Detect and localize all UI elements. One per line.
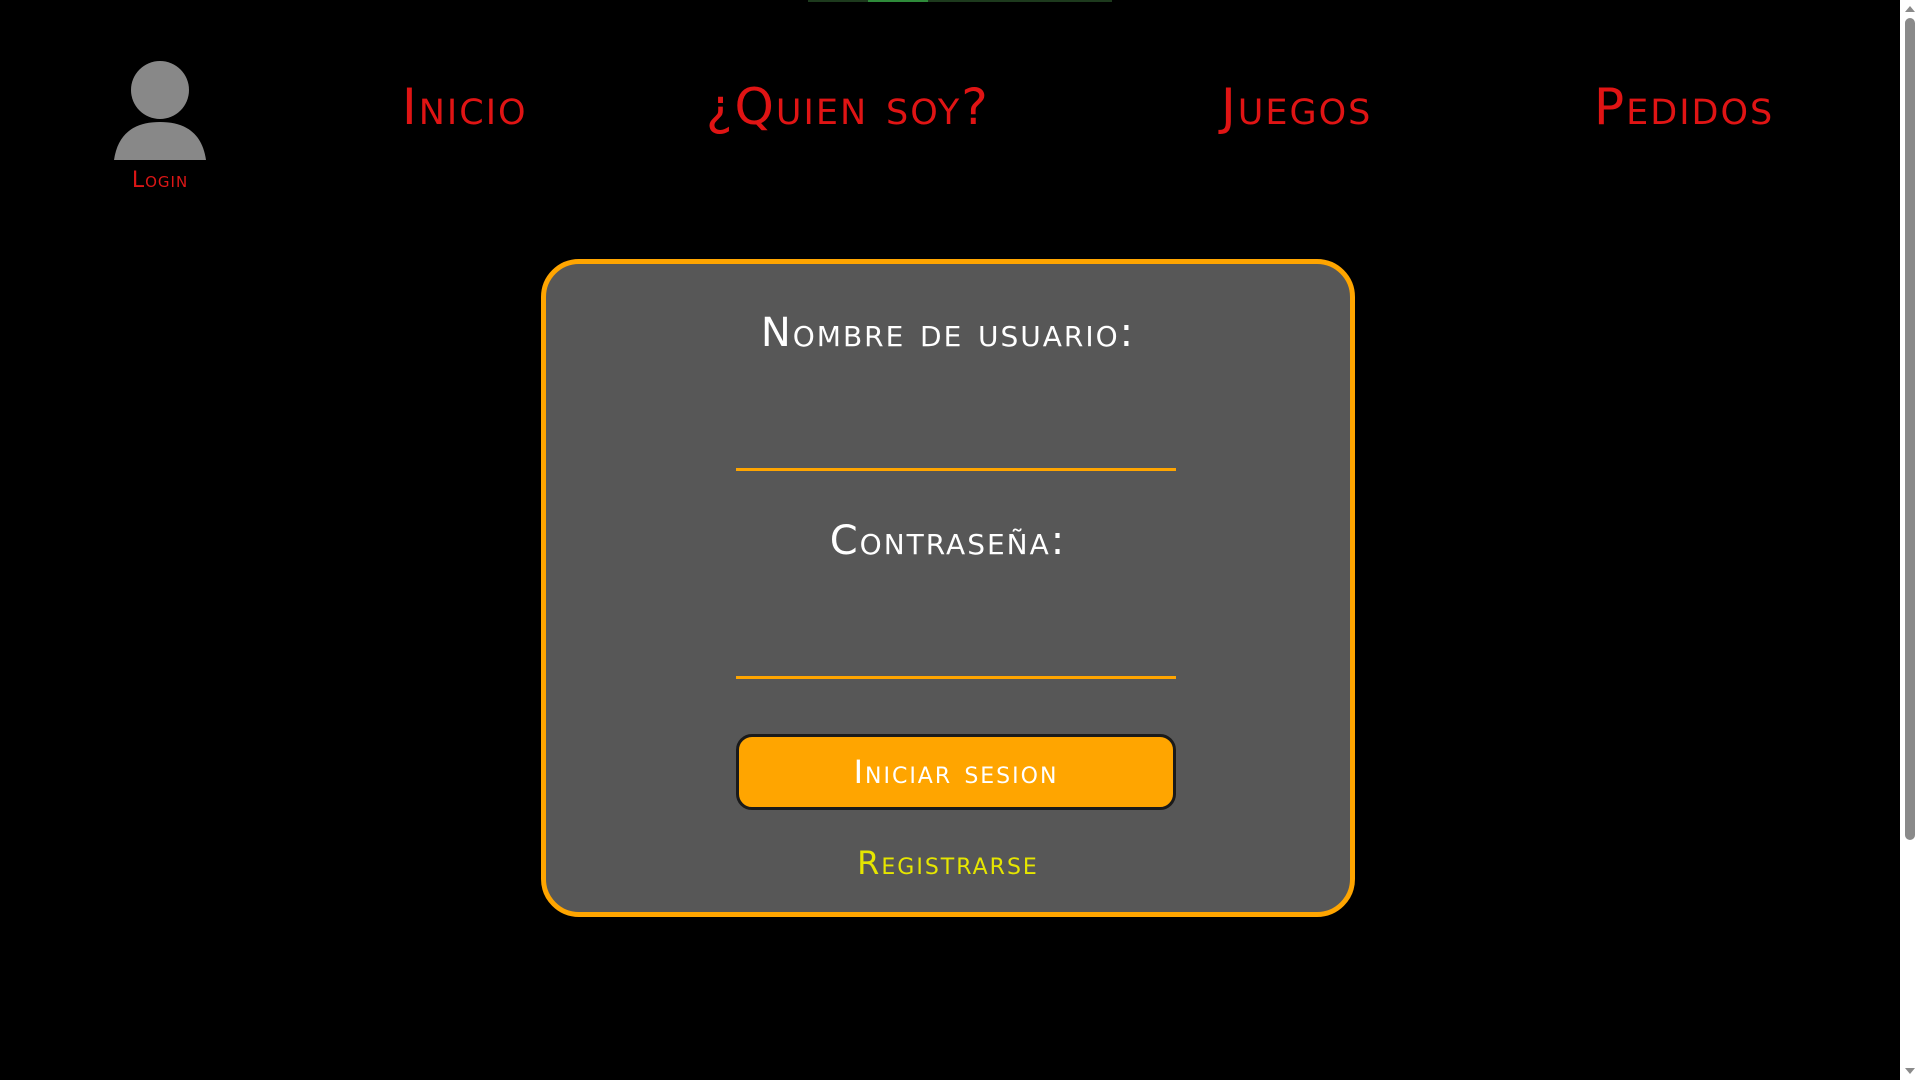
scrollbar-thumb[interactable] [1905, 18, 1915, 840]
login-label: Login [131, 168, 189, 193]
username-label: Nombre de usuario: [760, 310, 1136, 356]
nav-link-pedidos[interactable]: Pedidos [1594, 78, 1774, 136]
password-label: Contraseña: [829, 518, 1067, 564]
top-loading-strip [808, 0, 1112, 2]
scroll-down-arrow-icon[interactable] [1905, 1068, 1915, 1074]
login-submit-button[interactable]: Iniciar sesion [736, 734, 1176, 810]
login-card: Nombre de usuario: Contraseña: Iniciar s… [541, 259, 1355, 917]
scroll-up-arrow-icon[interactable] [1905, 6, 1915, 12]
login-page: Login Inicio ¿Quien soy? Juegos Pedidos … [0, 0, 1920, 1080]
register-link[interactable]: Registrarse [546, 844, 1350, 882]
nav-link-juegos[interactable]: Juegos [1221, 78, 1372, 136]
username-input[interactable] [736, 424, 1176, 471]
page-scrollbar[interactable] [1900, 0, 1920, 1080]
password-input[interactable] [736, 632, 1176, 679]
main-navigation: Inicio ¿Quien soy? Juegos Pedidos [0, 78, 1900, 138]
nav-link-inicio[interactable]: Inicio [402, 78, 528, 136]
top-loading-strip-accent [868, 0, 928, 2]
nav-link-quien-soy[interactable]: ¿Quien soy? [706, 78, 990, 136]
